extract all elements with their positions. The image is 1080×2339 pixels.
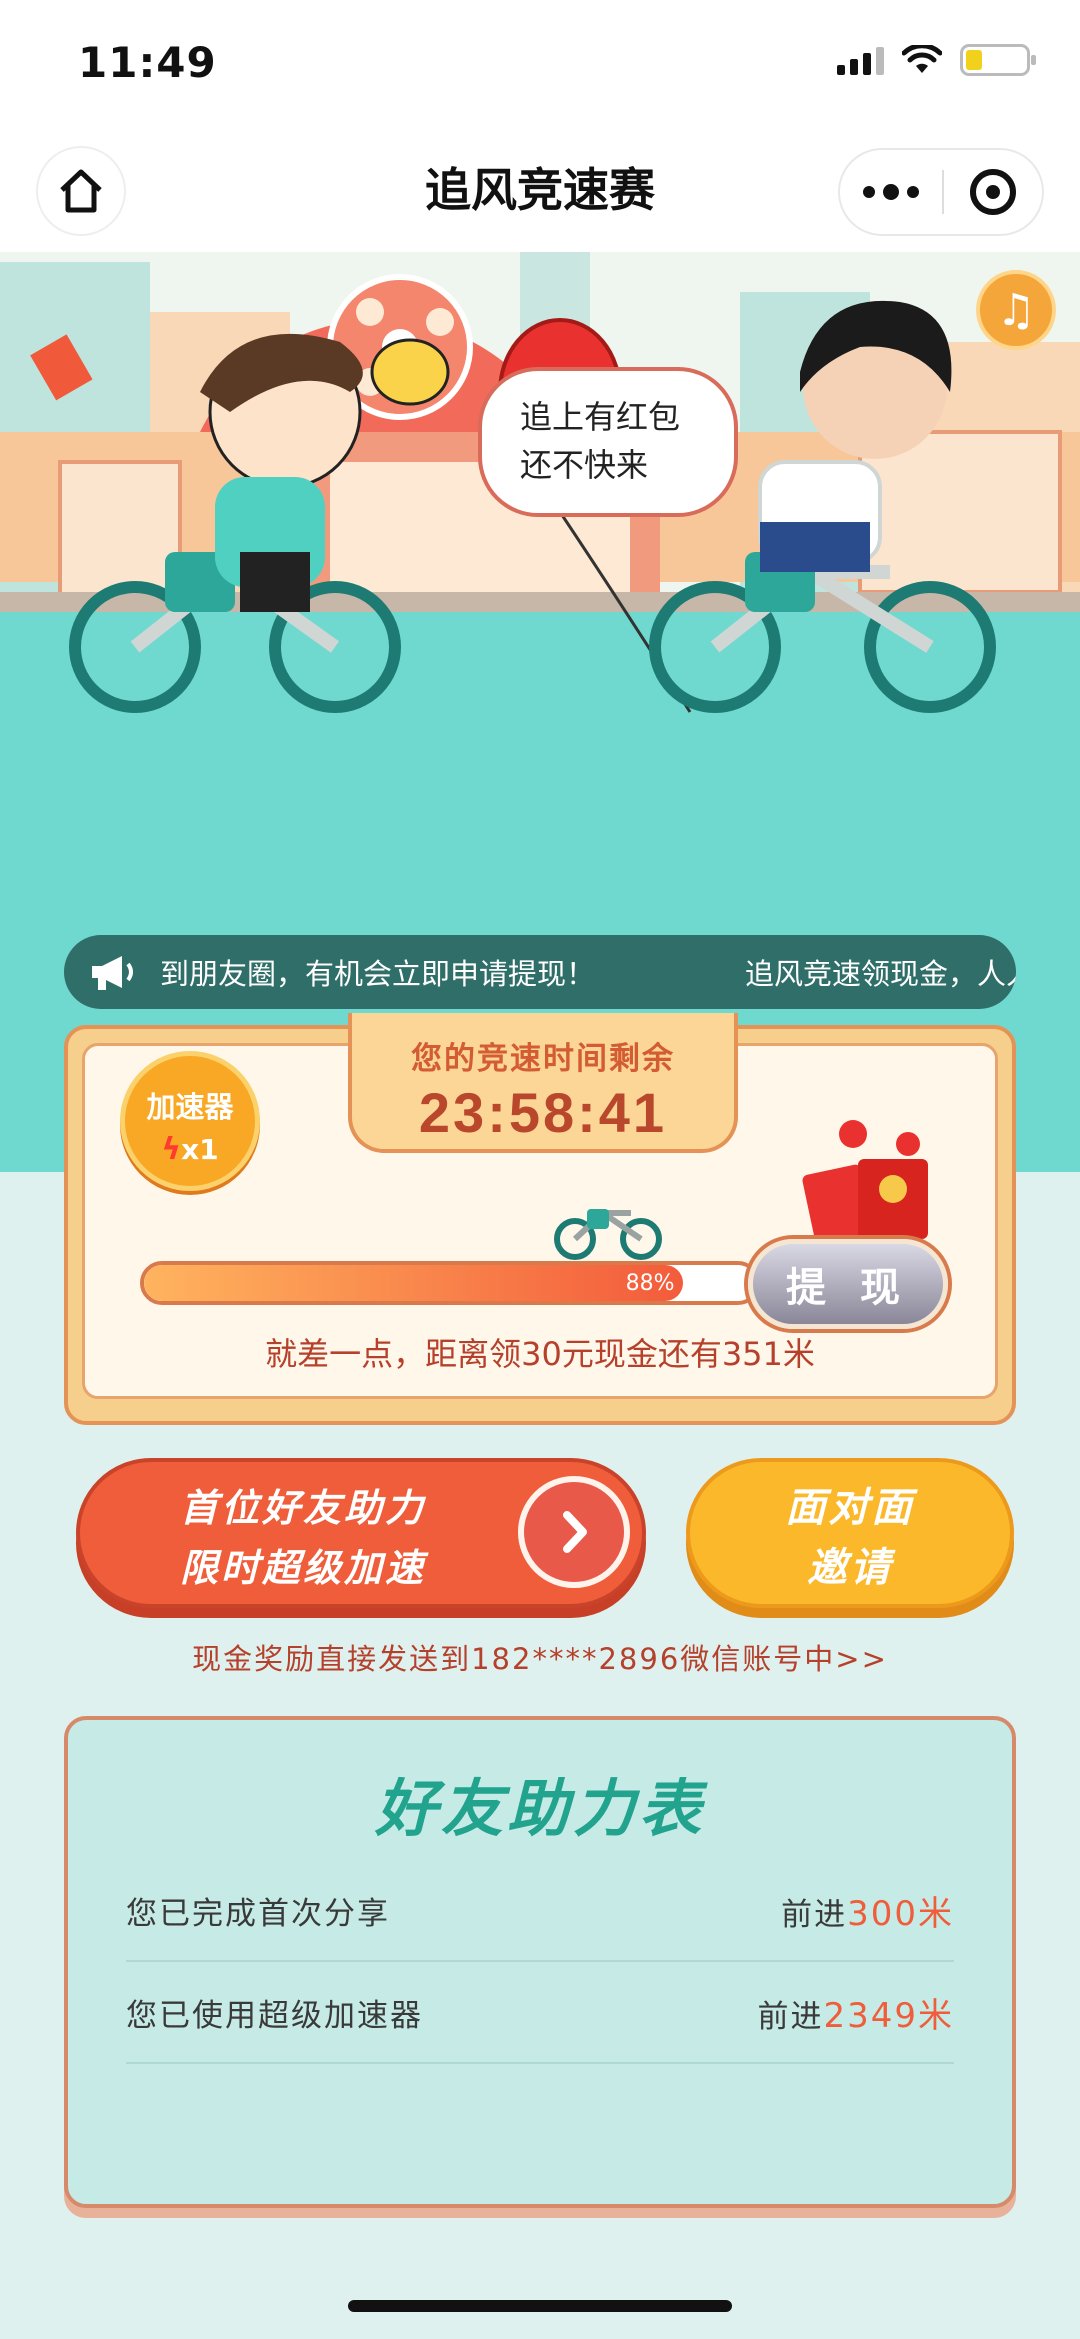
close-target-icon	[970, 169, 1016, 215]
row-prefix: 前进	[757, 1998, 824, 2035]
signal-icon	[837, 45, 884, 75]
row-label: 您已完成首次分享	[126, 1895, 390, 1932]
speech-line-2: 还不快来	[520, 446, 649, 484]
ticker-text-1: 到朋友圈，有机会立即申请提现！	[160, 957, 596, 991]
lightning-icon: ϟ	[161, 1132, 182, 1167]
booster-label: 加速器	[146, 1090, 234, 1124]
boost-line-1: 首位好友助力	[180, 1486, 427, 1530]
close-button[interactable]	[944, 150, 1042, 234]
music-button[interactable]: ♫	[976, 270, 1056, 350]
street-scene	[0, 252, 1080, 792]
countdown-timer: 23:58:41	[418, 1081, 668, 1144]
face-to-face-invite-button[interactable]: 面对面 邀请	[686, 1458, 1014, 1608]
row-value: 2349米	[823, 1995, 954, 2036]
distance-remaining-text: 就差一点，距离领30元现金还有351米	[265, 1335, 815, 1373]
bike-marker-icon	[554, 1209, 662, 1260]
booster-badge[interactable]: 加速器 ϟx1	[120, 1051, 260, 1191]
withdraw-button[interactable]: 提 现	[748, 1239, 948, 1329]
status-time: 11:49	[78, 38, 217, 87]
progress-fill: 88%	[144, 1265, 683, 1301]
face-line-1: 面对面	[785, 1485, 915, 1531]
more-button[interactable]	[840, 150, 942, 234]
face-line-2: 邀请	[807, 1545, 893, 1591]
announcement-ticker: 到朋友圈，有机会立即申请提现！ 追风竞速领现金，人人有	[64, 935, 1016, 1009]
progress-percent: 88%	[625, 1271, 675, 1296]
row-prefix: 前进	[781, 1896, 848, 1933]
wifi-icon	[902, 45, 942, 73]
row-label: 您已使用超级加速器	[126, 1997, 423, 2034]
friend-boost-button[interactable]: 首位好友助力 限时超级加速	[76, 1458, 646, 1608]
chevron-right-icon	[518, 1476, 630, 1588]
battery-icon	[960, 44, 1036, 76]
friend-assist-title: 好友助力表	[374, 1772, 705, 1845]
music-note-icon: ♫	[996, 284, 1036, 336]
timer-panel: 您的竞速时间剩余 23:58:41	[348, 1013, 738, 1153]
timer-label: 您的竞速时间剩余	[411, 1041, 675, 1077]
boost-line-2: 限时超级加速	[180, 1546, 427, 1590]
speech-line-1: 追上有红包	[520, 398, 681, 436]
status-icons	[837, 44, 1036, 76]
status-bar: 11:49	[0, 0, 1080, 130]
speech-bubble: 追上有红包 还不快来	[478, 367, 738, 517]
megaphone-icon	[88, 952, 136, 992]
hero-illustration: 追上有红包 还不快来 ♫	[0, 252, 1080, 792]
table-row: 您已使用超级加速器 前进2349米	[126, 1962, 954, 2064]
home-indicator	[348, 2300, 732, 2312]
red-envelopes-icon	[802, 1120, 928, 1244]
mini-program-capsule	[838, 148, 1044, 236]
table-row: 您已完成首次分享 前进300米	[126, 1860, 954, 1962]
progress-track: 88%	[140, 1261, 760, 1305]
race-progress-card: 您的竞速时间剩余 23:58:41 加速器 ϟx1 88% 提 现 就差一点，距…	[64, 1013, 1016, 1425]
nav-bar: 追风竞速赛	[0, 130, 1080, 252]
friend-assist-table: 好友助力表 您已完成首次分享 前进300米 您已使用超级加速器 前进2349米	[64, 1716, 1016, 2208]
ticker-text-2: 追风竞速领现金，人人有	[745, 957, 1016, 991]
row-value: 300米	[847, 1893, 954, 1934]
cash-reward-link[interactable]: 现金奖励直接发送到182****2896微信账号中>>	[0, 1636, 1080, 1678]
booster-count: x1	[181, 1133, 219, 1166]
